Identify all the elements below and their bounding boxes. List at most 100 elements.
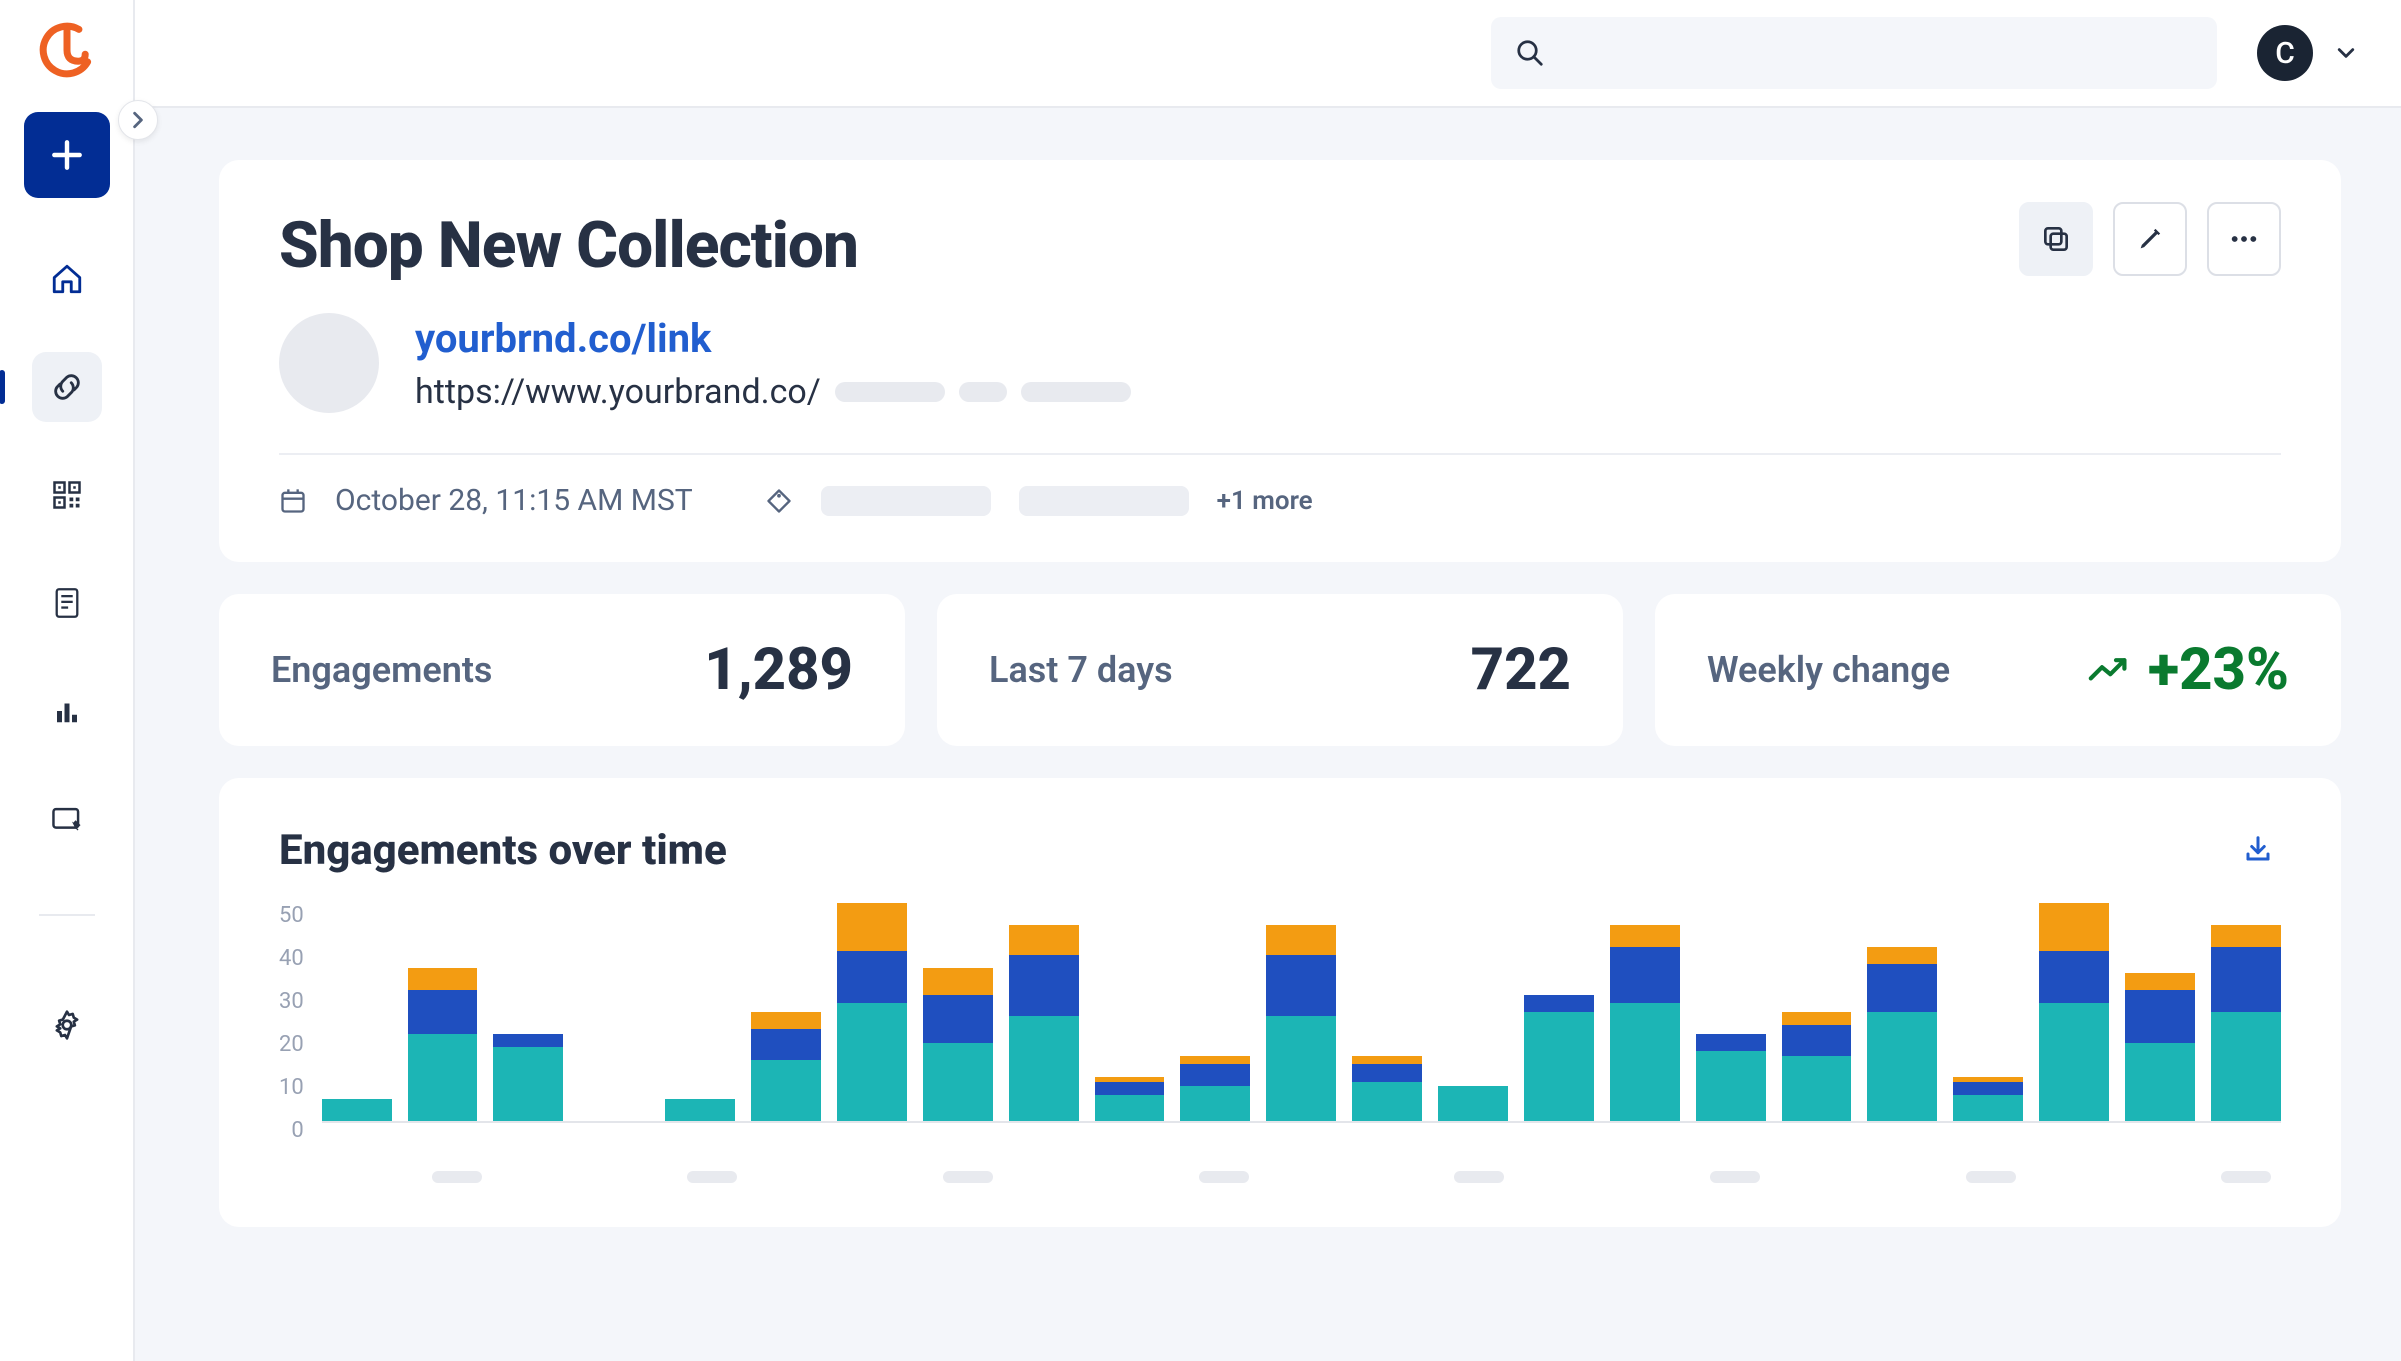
bar[interactable] <box>1438 1086 1508 1121</box>
x-tick <box>1956 1171 2025 1183</box>
download-chart-button[interactable] <box>2235 826 2281 875</box>
bar[interactable] <box>1524 995 1594 1121</box>
bar[interactable] <box>1266 925 1336 1121</box>
url-segment-placeholder <box>835 382 945 402</box>
bar-segment-orange <box>1009 925 1079 956</box>
bar[interactable] <box>1009 925 1079 1121</box>
bar-segment-teal <box>1524 1012 1594 1121</box>
bar-segment-teal <box>2039 1003 2109 1121</box>
bar[interactable] <box>1696 1034 1766 1121</box>
x-tick <box>1360 1171 1429 1183</box>
sidebar-nav <box>32 244 102 1060</box>
create-button[interactable] <box>24 112 110 198</box>
sidebar-item-home[interactable] <box>32 244 102 314</box>
bar-segment-teal <box>408 1034 478 1121</box>
search-field[interactable] <box>1561 37 2193 69</box>
bar-segment-blue <box>1867 964 1937 1012</box>
stat-weekly-change: Weekly change +23% <box>1655 594 2341 746</box>
bar-segment-teal <box>322 1099 392 1121</box>
analytics-icon <box>52 696 82 726</box>
y-axis: 50403020100 <box>279 903 304 1163</box>
bar[interactable] <box>665 1099 735 1121</box>
trend-up-icon <box>2088 656 2130 684</box>
sidebar-item-pages[interactable] <box>32 568 102 638</box>
expand-sidebar-button[interactable] <box>118 100 158 140</box>
more-button[interactable] <box>2207 202 2281 276</box>
link-icon <box>50 370 84 404</box>
bar[interactable] <box>923 968 993 1121</box>
bar-segment-blue <box>1266 955 1336 1016</box>
bar-segment-blue <box>1782 1025 1852 1056</box>
url-segment-placeholder <box>959 382 1007 402</box>
chart-card: Engagements over time 50403020100 <box>219 778 2341 1227</box>
copy-button[interactable] <box>2019 202 2093 276</box>
stat-last7days: Last 7 days 722 <box>937 594 1623 746</box>
sidebar-item-qr[interactable] <box>32 460 102 530</box>
x-tick <box>678 1171 747 1183</box>
main: C Shop New Collection <box>135 0 2401 1361</box>
x-tick <box>1701 1171 1770 1183</box>
x-tick <box>1530 1171 1599 1183</box>
bar-segment-teal <box>1095 1095 1165 1121</box>
y-tick: 20 <box>279 1032 304 1057</box>
search-icon <box>1515 38 1545 68</box>
x-tick <box>1189 1171 1258 1183</box>
bar[interactable] <box>2211 925 2281 1121</box>
bar-segment-teal <box>2211 1012 2281 1121</box>
x-tick <box>1871 1171 1940 1183</box>
sidebar-item-analytics[interactable] <box>32 676 102 746</box>
bar-segment-teal <box>1953 1095 2023 1121</box>
bar-segment-teal <box>1180 1086 1250 1121</box>
y-tick: 40 <box>279 946 304 971</box>
chevron-right-icon <box>129 111 147 129</box>
bar-segment-blue <box>493 1034 563 1047</box>
chart-title: Engagements over time <box>279 826 727 875</box>
bar-segment-orange <box>2125 973 2195 990</box>
tag-placeholder <box>1019 486 1189 516</box>
page-title: Shop New Collection <box>279 208 2281 283</box>
sidebar-item-settings[interactable] <box>32 990 102 1060</box>
bar[interactable] <box>2039 903 2109 1121</box>
bar[interactable] <box>1180 1056 1250 1121</box>
edit-button[interactable] <box>2113 202 2187 276</box>
download-icon <box>2243 834 2273 864</box>
bar[interactable] <box>493 1034 563 1121</box>
bar[interactable] <box>322 1099 392 1121</box>
x-tick <box>507 1171 576 1183</box>
bitly-logo[interactable] <box>35 18 99 82</box>
bar-segment-blue <box>1095 1082 1165 1095</box>
sidebar-item-campaigns[interactable] <box>32 784 102 854</box>
bar[interactable] <box>1867 947 1937 1121</box>
bar[interactable] <box>2125 973 2195 1121</box>
x-axis <box>337 1171 2281 1183</box>
x-tick <box>1274 1171 1343 1183</box>
bar[interactable] <box>1610 925 1680 1121</box>
avatar[interactable]: C <box>2257 25 2313 81</box>
x-tick <box>1786 1171 1855 1183</box>
x-tick <box>1615 1171 1684 1183</box>
short-url[interactable]: yourbrnd.co/link <box>415 315 1131 362</box>
bar[interactable] <box>1953 1077 2023 1121</box>
bar[interactable] <box>1352 1056 1422 1121</box>
sidebar-item-links[interactable] <box>32 352 102 422</box>
bar-segment-teal <box>1867 1012 1937 1121</box>
search-input[interactable] <box>1491 17 2217 89</box>
more-tags[interactable]: +1 more <box>1217 486 1313 516</box>
bar-segment-blue <box>1610 947 1680 1004</box>
bar-segment-orange <box>751 1012 821 1029</box>
bar[interactable] <box>1095 1077 1165 1121</box>
stats-row: Engagements 1,289 Last 7 days 722 Weekly… <box>219 594 2341 746</box>
long-url[interactable]: https://www.yourbrand.co/ <box>415 372 821 412</box>
bar-segment-teal <box>1610 1003 1680 1121</box>
bar[interactable] <box>751 1012 821 1121</box>
bar[interactable] <box>837 903 907 1121</box>
account-menu[interactable]: C <box>2257 25 2355 81</box>
link-actions <box>2019 202 2281 276</box>
copy-icon <box>2040 223 2072 255</box>
campaign-icon <box>51 804 83 834</box>
bar-segment-blue <box>408 990 478 1034</box>
bar[interactable] <box>408 968 478 1121</box>
bar[interactable] <box>1782 1012 1852 1121</box>
pencil-icon <box>2136 225 2164 253</box>
bar-segment-blue <box>1180 1064 1250 1086</box>
